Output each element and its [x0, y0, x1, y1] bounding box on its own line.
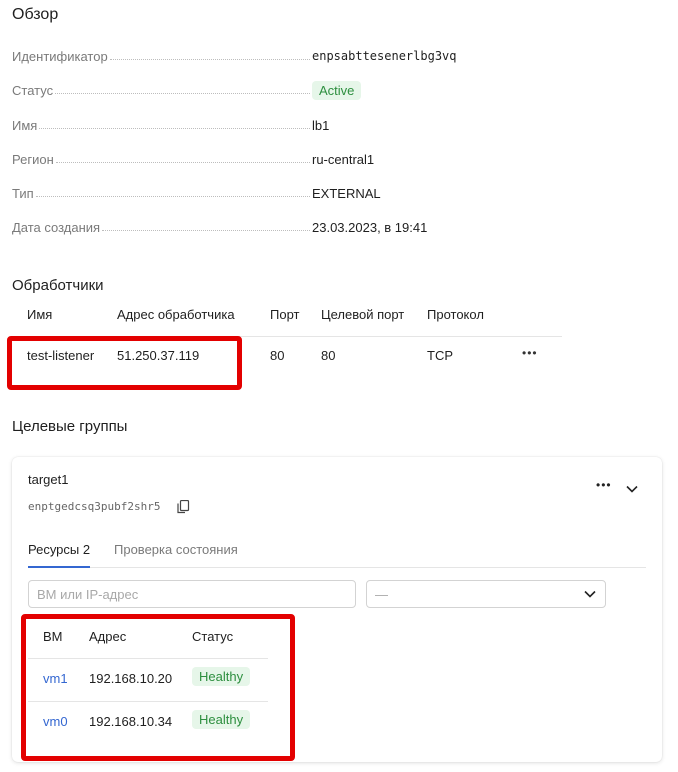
chevron-down-icon[interactable] [625, 481, 639, 493]
kv-row-created: Дата создания 23.03.2023, в 19:41 [12, 217, 482, 237]
target-group-name: target1 [28, 472, 69, 487]
listener-name: test-listener [27, 348, 95, 363]
kv-value-name: lb1 [312, 117, 330, 133]
table-divider [28, 701, 268, 702]
kv-key-created: Дата создания [12, 219, 101, 235]
kv-row-id: Идентификатор enpsabttesenerlbg3vq [12, 46, 482, 66]
kv-key-type: Тип [12, 185, 34, 201]
kv-key-id: Идентификатор [12, 48, 108, 64]
tab-health-check[interactable]: Проверка состояния [114, 542, 238, 557]
more-menu-icon[interactable]: ••• [596, 478, 612, 492]
kv-key-name: Имя [12, 117, 38, 133]
copy-icon[interactable] [177, 499, 190, 514]
active-tab-indicator [28, 566, 90, 568]
listener-target-port: 80 [321, 348, 336, 363]
dot-leader [35, 195, 310, 197]
target-group-card: target1 enptgedcsq3pubf2shr5 ••• Ресурсы… [12, 457, 662, 762]
target-group-id: enptgedcsq3pubf2shr5 [28, 500, 161, 513]
status-badge: Active [312, 80, 362, 100]
kv-value-type: EXTERNAL [312, 185, 381, 201]
filter-select[interactable]: — [366, 580, 606, 608]
filter-select-value: — [375, 586, 388, 602]
dot-leader [109, 58, 310, 60]
search-input[interactable]: ВМ или IP-адрес [28, 580, 356, 608]
table-divider [12, 336, 562, 337]
col-header-name: Имя [27, 307, 53, 322]
col-header-target-port: Целевой порт [321, 307, 405, 322]
dot-leader [39, 127, 310, 129]
overview-title: Обзор [12, 6, 59, 23]
status-badge: Healthy [192, 667, 251, 686]
target-groups-title: Целевые группы [12, 418, 128, 435]
tab-resources[interactable]: Ресурсы 2 [28, 542, 90, 557]
col-header-vm: ВМ [43, 629, 63, 644]
kv-key-region: Регион [12, 151, 54, 167]
vm-address: 192.168.10.20 [89, 671, 173, 686]
col-header-port: Порт [270, 307, 300, 322]
col-header-protocol: Протокол [427, 307, 484, 322]
tabs-divider [28, 567, 646, 568]
kv-value-region: ru-central1 [312, 151, 375, 167]
kv-row-status: Статус Active [12, 80, 482, 100]
kv-row-name: Имя lb1 [12, 115, 482, 135]
vm-link[interactable]: vm0 [43, 714, 68, 729]
col-header-address: Адрес обработчика [117, 307, 235, 322]
listener-port: 80 [270, 348, 285, 363]
kv-value-created: 23.03.2023, в 19:41 [312, 219, 428, 235]
more-menu-icon[interactable]: ••• [522, 346, 538, 360]
vm-link[interactable]: vm1 [43, 671, 68, 686]
kv-row-region: Регион ru-central1 [12, 149, 482, 169]
listener-address: 51.250.37.119 [117, 348, 200, 363]
kv-key-status: Статус [12, 82, 54, 98]
kv-value-id: enpsabttesenerlbg3vq [312, 49, 457, 63]
highlight-box [7, 336, 242, 390]
vm-address: 192.168.10.34 [89, 714, 173, 729]
chevron-down-icon [583, 587, 597, 602]
col-header-address: Адрес [89, 629, 127, 644]
dot-leader [55, 161, 310, 163]
kv-row-type: Тип EXTERNAL [12, 183, 482, 203]
col-header-status: Статус [192, 629, 234, 644]
status-badge: Healthy [192, 710, 251, 729]
listener-protocol: TCP [427, 348, 453, 363]
table-divider [28, 658, 268, 659]
dot-leader [55, 92, 310, 94]
listeners-title: Обработчики [12, 277, 104, 294]
dot-leader [102, 229, 310, 231]
